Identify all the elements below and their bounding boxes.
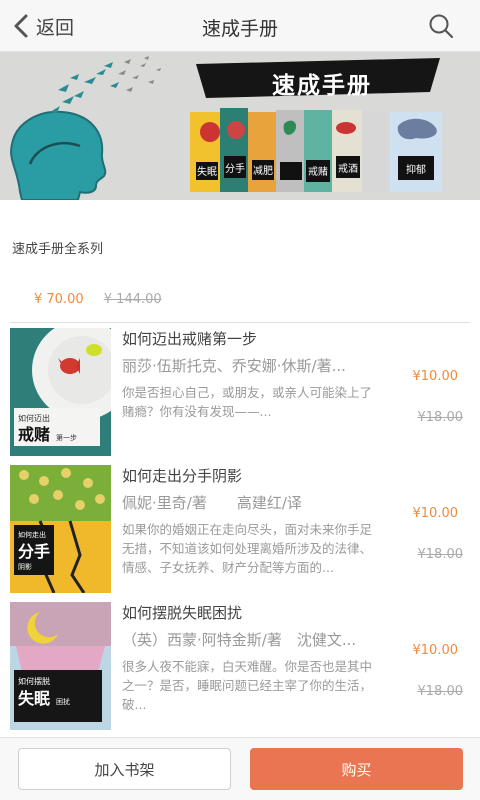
cover-subtitle: 阴影	[18, 562, 32, 571]
book-list-item[interactable]: 如何摆脱 失眠 困扰 如何摆脱失眠困扰 （英）西蒙·阿特金斯/著 沈健文... …	[0, 597, 480, 734]
book-price: ¥10.00	[412, 369, 459, 384]
page-title: 速成手册	[201, 18, 278, 40]
head-silhouette-icon	[10, 110, 107, 200]
book-description: 如果你的婚姻正在走向尽头，面对未来你手足无措，不知道该如何处理离婚所涉及的法律、…	[122, 522, 372, 575]
svg-text:抑郁: 抑郁	[406, 163, 426, 176]
svg-text:分手: 分手	[225, 162, 245, 175]
search-icon[interactable]	[428, 13, 454, 39]
book-cover: 如何摆脱 失眠 困扰	[10, 602, 111, 730]
book-description: 很多人夜不能寐，白天难醒。你是否也是其中之一？是否，睡眠问题已经主宰了你的生活，…	[122, 659, 372, 712]
book-author: （英）西蒙·阿特金斯/著 沈健文...	[122, 631, 357, 649]
book-title: 如何走出分手阴影	[122, 467, 243, 485]
book-price: ¥10.00	[412, 643, 459, 658]
cover-title: 戒赌	[18, 425, 50, 444]
svg-text:戒赌: 戒赌	[308, 165, 328, 178]
cover-subtitle: 困扰	[56, 697, 70, 706]
cover-pretitle: 如何走出	[18, 530, 46, 539]
book-description: 你是否担心自己，或朋友，或亲人可能染上了赌瘾？你有没有发现——...	[122, 385, 372, 419]
cover-subtitle: 第一步	[56, 433, 77, 442]
top-nav-bar: 返回 速成手册	[0, 0, 480, 52]
add-to-shelf-button[interactable]: 加入书架	[18, 748, 231, 790]
svg-text:戒酒: 戒酒	[338, 163, 358, 175]
bottom-action-bar: 加入书架 购买	[0, 737, 480, 800]
book-title: 如何摆脱失眠困扰	[122, 604, 243, 622]
book-cover: 如何走出 分手 阴影	[10, 465, 111, 593]
book-original-price: ¥18.00	[417, 684, 464, 699]
book-price: ¥10.00	[412, 506, 459, 521]
book-title: 如何迈出戒赌第一步	[122, 330, 258, 348]
book-original-price: ¥18.00	[417, 547, 464, 562]
cover-pretitle: 如何迈出	[18, 413, 50, 423]
banner-cover-row: 失眠 分手 减肥 戒赌 戒酒 抑郁	[190, 108, 442, 192]
book-cover: 如何迈出 戒赌 第一步	[10, 328, 111, 456]
book-original-price: ¥18.00	[417, 410, 464, 425]
cover-pretitle: 如何摆脱	[18, 676, 50, 686]
cover-title: 分手	[18, 542, 50, 561]
series-price: ¥ 70.00	[34, 292, 84, 307]
series-original-price: ¥ 144.00	[103, 292, 162, 307]
cover-title: 失眠	[18, 689, 50, 708]
book-list-item[interactable]: 如何迈出 戒赌 第一步 如何迈出戒赌第一步 丽莎·伍斯托克、乔安娜·休斯/著..…	[0, 323, 480, 460]
book-author: 丽莎·伍斯托克、乔安娜·休斯/著...	[122, 357, 346, 375]
buy-button[interactable]: 购买	[250, 748, 463, 790]
series-price-row: ¥ 70.00 ¥ 144.00	[34, 292, 162, 307]
book-author: 佩妮·里奇/著 高建红/译	[122, 494, 302, 512]
book-list-item[interactable]: 如何走出 分手 阴影 如何走出分手阴影 佩妮·里奇/著 高建红/译 如果你的婚姻…	[0, 460, 480, 597]
series-banner: 失眠 分手 减肥 戒赌 戒酒 抑郁 速成手册	[0, 52, 480, 200]
series-title: 速成手册全系列	[12, 242, 104, 257]
banner-title: 速成手册	[206, 60, 438, 100]
svg-text:失眠: 失眠	[197, 165, 217, 178]
birds-icon	[50, 62, 119, 113]
svg-text:减肥: 减肥	[253, 165, 273, 177]
banner-title-text: 速成手册	[272, 73, 372, 99]
